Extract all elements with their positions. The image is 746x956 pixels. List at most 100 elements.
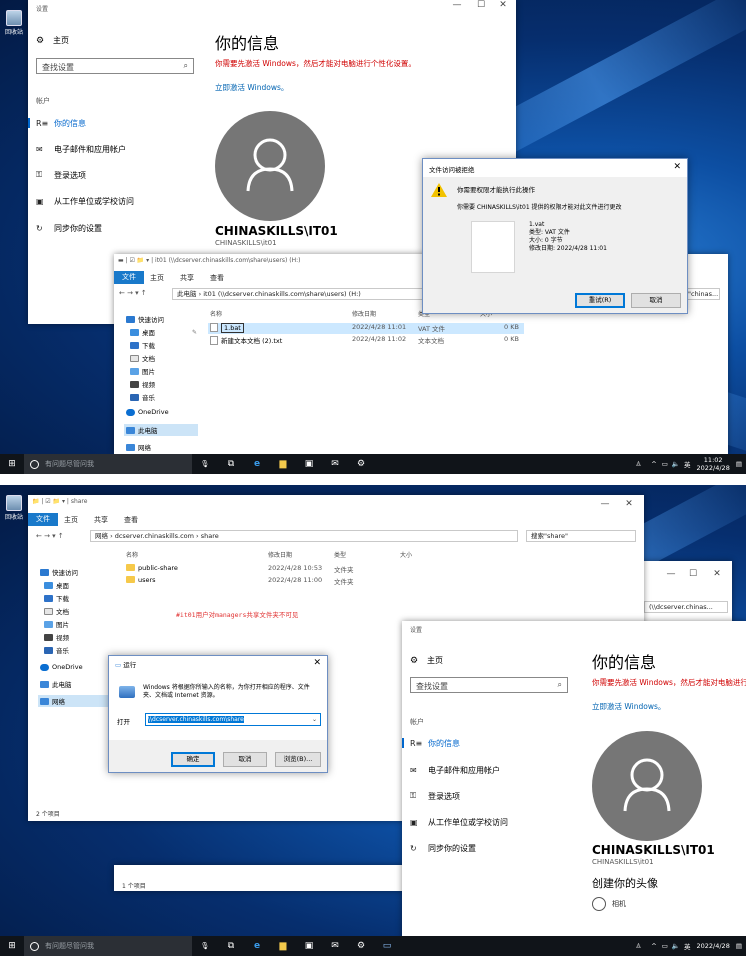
- column-name[interactable]: 名称: [126, 550, 138, 559]
- tray-chevron-icon[interactable]: ^: [651, 942, 656, 950]
- nav-documents[interactable]: 文档: [44, 606, 69, 616]
- nav-your-info[interactable]: R≡ 你的信息: [28, 116, 218, 130]
- nav-music[interactable]: 音乐: [44, 645, 69, 655]
- nav-your-info[interactable]: R≡ 你的信息: [402, 736, 592, 750]
- cancel-button[interactable]: 取消: [631, 293, 681, 308]
- retry-button[interactable]: 重试(R): [575, 293, 625, 308]
- microphone-icon[interactable]: 🎙: [192, 942, 218, 950]
- tray-chevron-icon[interactable]: ^: [651, 460, 656, 468]
- nav-onedrive[interactable]: OneDrive: [126, 408, 169, 416]
- mail-icon[interactable]: ✉: [322, 459, 348, 469]
- tab-file[interactable]: 文件: [28, 513, 58, 526]
- home-link[interactable]: ⚙ 主页: [410, 655, 443, 666]
- chevron-down-icon[interactable]: ⌄: [312, 714, 317, 725]
- taskbar-search[interactable]: 有问题尽管问我: [24, 454, 192, 474]
- maximize-button[interactable]: ☐: [682, 569, 704, 579]
- ime-indicator[interactable]: 英: [684, 941, 691, 951]
- start-button[interactable]: ⊞: [0, 459, 24, 469]
- file-row[interactable]: 1.bat 2022/4/28 11:01 VAT 文件 0 KB: [208, 323, 524, 334]
- recycle-bin-icon[interactable]: 回收站: [2, 10, 26, 36]
- run-taskbar-icon[interactable]: ▭: [374, 941, 400, 951]
- people-icon[interactable]: ♙: [635, 942, 641, 950]
- nav-documents[interactable]: 文档: [130, 353, 155, 363]
- nav-email-accounts[interactable]: ✉ 电子邮件和应用帐户: [402, 763, 592, 777]
- search-input[interactable]: 查找设置 ⌕: [36, 58, 194, 74]
- activate-windows-link[interactable]: 立即激活 Windows。: [592, 701, 665, 712]
- file-explorer-icon[interactable]: ▆: [270, 459, 296, 469]
- nav-network[interactable]: 网络: [126, 442, 151, 452]
- store-icon[interactable]: ▣: [296, 941, 322, 951]
- nav-pictures[interactable]: 图片: [130, 366, 155, 376]
- address-bar[interactable]: 网络 › dcserver.chinaskills.com › share: [90, 530, 518, 542]
- tab-view[interactable]: 查看: [210, 273, 224, 283]
- store-icon[interactable]: ▣: [296, 459, 322, 469]
- volume-icon[interactable]: 🔈: [672, 460, 680, 468]
- network-icon[interactable]: ▭: [662, 460, 668, 468]
- run-input[interactable]: \\dcserver.chinaskills.com\share ⌄: [145, 713, 321, 726]
- search-input[interactable]: 查找设置 ⌕: [410, 677, 568, 693]
- tab-file[interactable]: 文件: [114, 271, 144, 284]
- home-link[interactable]: ⚙ 主页: [36, 35, 69, 46]
- close-button[interactable]: ✕: [618, 499, 640, 509]
- clock[interactable]: 11:02 2022/4/28: [697, 456, 730, 472]
- close-button[interactable]: ✕: [706, 569, 728, 579]
- activate-windows-link[interactable]: 立即激活 Windows。: [215, 82, 288, 93]
- ime-indicator[interactable]: 英: [684, 459, 691, 469]
- column-name[interactable]: 名称: [210, 309, 222, 318]
- folder-row[interactable]: public-share 2022/4/28 10:53 文件夹: [124, 564, 424, 575]
- nav-work-access[interactable]: ▣ 从工作单位或学校访问: [402, 815, 592, 829]
- nav-sign-in-options[interactable]: ⚿ 登录选项: [28, 168, 218, 182]
- tab-share[interactable]: 共享: [94, 515, 108, 525]
- nav-pictures[interactable]: 图片: [44, 619, 69, 629]
- nav-sync-settings[interactable]: ↻ 同步你的设置: [402, 841, 592, 855]
- column-type[interactable]: 类型: [334, 550, 346, 559]
- ok-button[interactable]: 确定: [171, 752, 215, 767]
- minimize-button[interactable]: —: [446, 0, 468, 10]
- tab-view[interactable]: 查看: [124, 515, 138, 525]
- nav-onedrive[interactable]: OneDrive: [40, 663, 83, 671]
- nav-desktop[interactable]: 桌面: [44, 580, 69, 590]
- nav-this-pc[interactable]: 此电脑: [40, 679, 72, 689]
- tab-share[interactable]: 共享: [180, 273, 194, 283]
- edge-icon[interactable]: e: [244, 459, 270, 469]
- search-input[interactable]: 搜索"share": [526, 530, 636, 542]
- tab-home[interactable]: 主页: [64, 515, 78, 525]
- search-input[interactable]: (\\dcserver.chinas...: [644, 601, 728, 613]
- nav-quick-access[interactable]: 快速访问: [40, 567, 78, 577]
- nav-desktop[interactable]: 桌面 ✎: [130, 327, 197, 337]
- nav-arrows[interactable]: ← → ▾ ↑: [119, 289, 147, 297]
- nav-videos[interactable]: 视频: [44, 632, 69, 642]
- file-row[interactable]: 新建文本文档 (2).txt 2022/4/28 11:02 文本文档 0 KB: [208, 335, 524, 346]
- nav-downloads[interactable]: 下载: [130, 340, 155, 350]
- settings-icon[interactable]: ⚙: [348, 459, 374, 469]
- task-view-icon[interactable]: ⧉: [218, 459, 244, 469]
- edge-icon[interactable]: e: [244, 941, 270, 951]
- cancel-button[interactable]: 取消: [223, 752, 267, 767]
- minimize-button[interactable]: —: [660, 569, 682, 579]
- notification-icon[interactable]: ▤: [736, 942, 742, 950]
- recycle-bin-icon[interactable]: 回收站: [2, 495, 26, 521]
- camera-option[interactable]: 相机: [592, 897, 626, 911]
- column-date[interactable]: 修改日期: [352, 309, 376, 318]
- nav-videos[interactable]: 视频: [130, 379, 155, 389]
- minimize-button[interactable]: —: [594, 499, 616, 509]
- close-button[interactable]: ✕: [673, 162, 681, 172]
- notification-icon[interactable]: ▤: [736, 460, 742, 468]
- network-icon[interactable]: ▭: [662, 942, 668, 950]
- mail-icon[interactable]: ✉: [322, 941, 348, 951]
- column-date[interactable]: 修改日期: [268, 550, 292, 559]
- column-size[interactable]: 大小: [400, 550, 412, 559]
- start-button[interactable]: ⊞: [0, 941, 24, 951]
- file-explorer-icon[interactable]: ▆: [270, 941, 296, 951]
- nav-sync-settings[interactable]: ↻ 同步你的设置: [28, 221, 218, 235]
- nav-sign-in-options[interactable]: ⚿ 登录选项: [402, 789, 592, 803]
- folder-row[interactable]: users 2022/4/28 11:00 文件夹: [124, 576, 424, 587]
- nav-network[interactable]: 网络: [38, 695, 112, 707]
- maximize-button[interactable]: ☐: [470, 0, 492, 10]
- task-view-icon[interactable]: ⧉: [218, 941, 244, 951]
- nav-music[interactable]: 音乐: [130, 392, 155, 402]
- close-button[interactable]: ✕: [313, 658, 321, 668]
- taskbar-search[interactable]: 有问题尽管问我: [24, 936, 192, 956]
- settings-icon[interactable]: ⚙: [348, 941, 374, 951]
- nav-email-accounts[interactable]: ✉ 电子邮件和应用帐户: [28, 142, 218, 156]
